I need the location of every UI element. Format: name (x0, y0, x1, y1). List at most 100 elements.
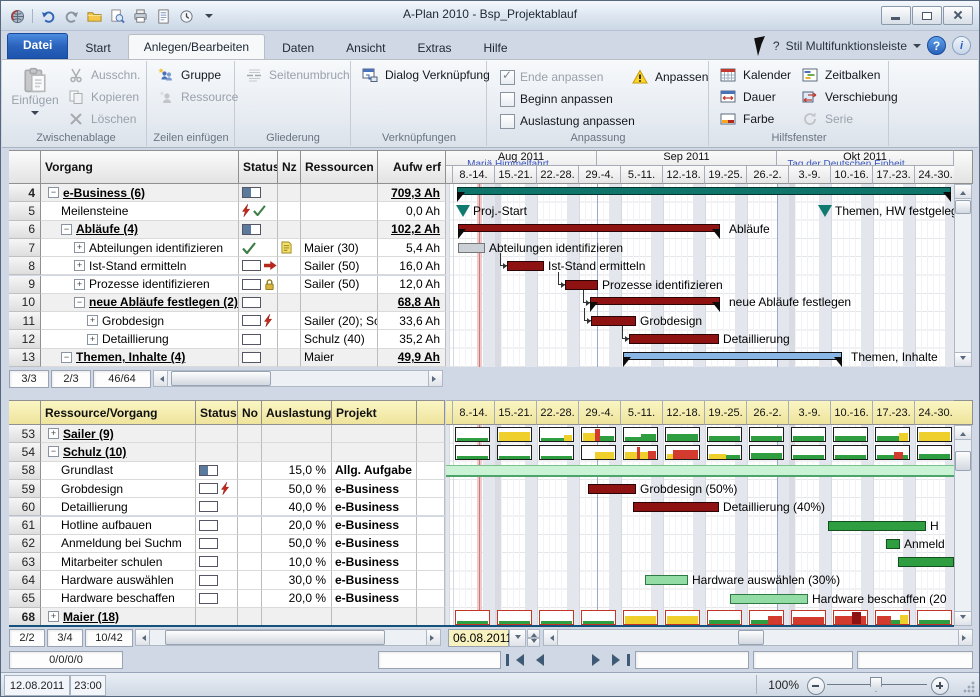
row-number[interactable]: 54 (9, 443, 41, 461)
milestone-marker[interactable] (818, 205, 832, 217)
ribbon-button-kalender[interactable]: Kalender (716, 65, 795, 85)
load-histogram-week[interactable] (833, 427, 868, 442)
week-header[interactable]: 26.-2. (747, 400, 789, 425)
column-header-Ressourcen[interactable]: Ressourcen (301, 150, 378, 184)
column-header-Projekt[interactable]: Projekt (332, 400, 417, 425)
zoom-in-button[interactable] (931, 677, 949, 695)
extra-cell[interactable] (417, 608, 445, 626)
tree-toggle[interactable] (74, 279, 85, 290)
status-cell[interactable] (239, 349, 278, 367)
load-cell[interactable]: 20,0 % (262, 590, 332, 608)
note-cell[interactable] (278, 312, 301, 330)
status-cell[interactable] (196, 535, 238, 553)
ribbon-button-gruppe[interactable]: Gruppe (154, 65, 225, 85)
upper-gantt-vscrollbar-down-arrow[interactable] (954, 352, 972, 367)
date-field[interactable]: 06.08.2011 (448, 629, 509, 647)
load-cell[interactable]: 15,0 % (262, 462, 332, 480)
load-histogram-week[interactable] (455, 445, 490, 460)
no-cell[interactable] (238, 608, 262, 626)
row-number[interactable]: 53 (9, 425, 41, 443)
tree-toggle[interactable] (87, 334, 98, 345)
note-cell[interactable] (278, 330, 301, 348)
task-name-cell[interactable]: Anmeldung bei Suchm (41, 535, 196, 553)
row-number[interactable]: 13 (9, 349, 41, 367)
gantt-task-bar[interactable]: Ist-Stand ermitteln (507, 261, 544, 271)
effort-cell[interactable]: 16,0 Ah (378, 257, 446, 275)
row-number[interactable]: 5 (9, 202, 41, 220)
task-name-cell[interactable]: e-Business (6) (41, 184, 239, 202)
load-histogram-week[interactable] (581, 427, 616, 442)
column-header-Status[interactable]: Status (196, 400, 238, 425)
ribbon-button-verschiebung[interactable]: Verschiebung (798, 87, 902, 107)
row-number[interactable]: 60 (9, 498, 41, 516)
tree-toggle[interactable] (74, 242, 85, 253)
no-cell[interactable] (238, 571, 262, 589)
column-header-Nz[interactable]: Nz (278, 150, 301, 184)
ribbon-button-farbe[interactable]: Farbe (716, 109, 778, 129)
row-number[interactable]: 59 (9, 480, 41, 498)
project-cell[interactable]: e-Business (332, 480, 417, 498)
project-cell[interactable]: Allg. Aufgabe (332, 462, 417, 480)
note-cell[interactable] (278, 221, 301, 239)
tab-daten[interactable]: Daten (267, 37, 329, 59)
tree-toggle[interactable] (87, 315, 98, 326)
task-name-cell[interactable]: Hardware auswählen (41, 571, 196, 589)
load-histogram-week[interactable] (497, 610, 532, 625)
month-header[interactable]: Sep 2011 (597, 150, 777, 165)
resources-cell[interactable]: Maier (30) (301, 239, 378, 257)
week-header[interactable]: 26.-2. (747, 165, 789, 184)
load-histogram-week[interactable] (581, 445, 616, 460)
load-histogram-week[interactable] (707, 427, 742, 442)
extra-cell[interactable] (417, 462, 445, 480)
tree-toggle[interactable] (74, 260, 85, 271)
gantt-task-bar[interactable]: Abteilungen identifizieren (458, 243, 485, 253)
load-histogram-week[interactable] (707, 610, 742, 625)
status-cell[interactable] (196, 571, 238, 589)
status-cell[interactable] (196, 553, 238, 571)
no-cell[interactable] (238, 443, 262, 461)
week-header[interactable]: 17.-23. (873, 400, 915, 425)
lower-gantt-vscrollbar-up-arrow[interactable] (954, 425, 972, 440)
tree-toggle[interactable] (48, 428, 59, 439)
resources-cell[interactable]: Maier (301, 349, 378, 367)
column-header-Auslastung[interactable]: Auslastung (262, 400, 332, 425)
column-header-blank[interactable] (417, 400, 445, 425)
row-number[interactable]: 9 (9, 276, 41, 294)
task-name-cell[interactable]: Abläufe (4) (41, 221, 239, 239)
resources-cell[interactable] (301, 294, 378, 312)
column-header-Ressource/Vorgang[interactable]: Ressource/Vorgang (41, 400, 196, 425)
tab-anlegen-bearbeiten[interactable]: Anlegen/Bearbeiten (128, 34, 265, 59)
minimize-button[interactable] (881, 6, 911, 25)
task-name-cell[interactable]: neue Abläufe festlegen (2) (41, 294, 239, 312)
extra-cell[interactable] (417, 480, 445, 498)
week-header[interactable]: 15.-21. (495, 400, 537, 425)
effort-cell[interactable]: 5,4 Ah (378, 239, 446, 257)
task-name-cell[interactable]: Mitarbeiter schulen (41, 553, 196, 571)
load-histogram-week[interactable] (539, 610, 574, 625)
ribbon-button-dauer[interactable]: Dauer (716, 87, 780, 107)
week-header[interactable]: 5.-11. (621, 165, 663, 184)
load-cell[interactable]: 30,0 % (262, 571, 332, 589)
project-cell[interactable] (332, 443, 417, 461)
project-cell[interactable]: e-Business (332, 553, 417, 571)
no-cell[interactable] (238, 425, 262, 443)
gantt-hscrollbar-left-arrow[interactable] (543, 629, 558, 646)
gantt-task-bar[interactable]: Anmeld (886, 539, 900, 549)
ribbon-button-zeitbalken[interactable]: Zeitbalken (798, 65, 884, 85)
resources-cell[interactable] (301, 202, 378, 220)
project-cell[interactable]: e-Business (332, 517, 417, 535)
resources-cell[interactable]: Sailer (50) (301, 276, 378, 294)
ribbon-button-anpassen[interactable]: Anpassen (628, 67, 712, 87)
load-cell[interactable]: 10,0 % (262, 553, 332, 571)
load-histogram-week[interactable] (791, 427, 826, 442)
week-header[interactable]: 12.-18. (663, 165, 705, 184)
tab-datei[interactable]: Datei (7, 33, 68, 59)
project-cell[interactable] (332, 608, 417, 626)
resources-cell[interactable]: Sailer (50) (301, 257, 378, 275)
load-histogram-week[interactable] (707, 445, 742, 460)
task-name-cell[interactable]: Hardware beschaffen (41, 590, 196, 608)
load-histogram-week[interactable] (791, 610, 826, 625)
column-header-Vorgang[interactable]: Vorgang (41, 150, 239, 184)
gantt-task-bar[interactable]: Grobdesign (50%) (588, 484, 636, 494)
lower-table-hscrollbar-left-arrow[interactable] (135, 629, 150, 646)
